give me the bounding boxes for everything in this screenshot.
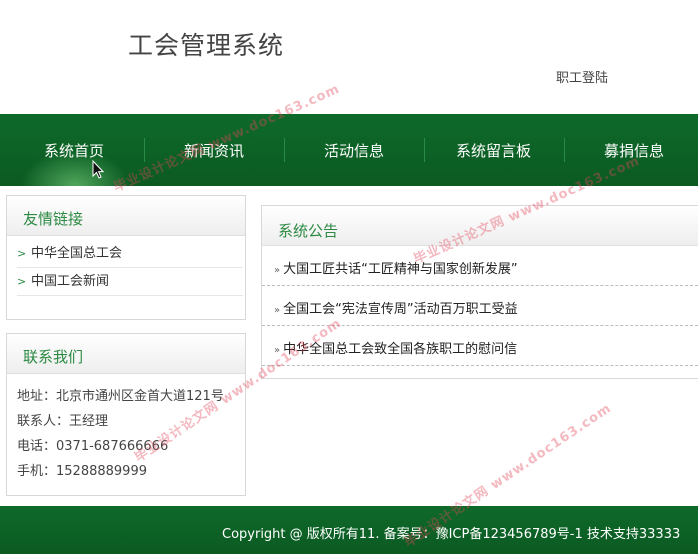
nav-divider (424, 138, 425, 162)
notice-title: 系统公告 (262, 206, 698, 246)
nav-item-news[interactable]: 新闻资讯 (184, 140, 244, 161)
contact-address: 地址：北京市通州区金首大道121号 (17, 389, 224, 404)
contact-person: 联系人：王经理 (17, 414, 109, 429)
contact-mobile: 手机：15288889999 (17, 464, 147, 479)
bullet-icon: » (274, 265, 281, 276)
friend-links-title: 友情链接 (7, 196, 245, 236)
main-nav: 系统首页 新闻资讯 活动信息 系统留言板 募捐信息 (0, 114, 698, 186)
friend-link-label: 中华全国总工会 (31, 246, 123, 261)
nav-item-message-board[interactable]: 系统留言板 (456, 140, 531, 161)
nav-item-home[interactable]: 系统首页 (44, 140, 104, 161)
friend-link-label: 中国工会新闻 (31, 274, 110, 289)
bullet-icon: » (274, 345, 281, 356)
mouse-cursor-icon (92, 159, 105, 180)
contact-panel: 联系我们 地址：北京市通州区金首大道121号 联系人：王经理 电话：0371-6… (6, 333, 246, 496)
nav-item-activities[interactable]: 活动信息 (324, 140, 384, 161)
nav-divider (564, 138, 565, 162)
notice-link: 全国工会“宪法宣传周”活动百万职工受益 (283, 302, 518, 317)
bullet-icon: » (274, 305, 281, 316)
contact-info: 地址：北京市通州区金首大道121号 联系人：王经理 电话：0371-687666… (7, 374, 245, 484)
footer: Copyright @ 版权所有11. 备案号：豫ICP备123456789号-… (0, 506, 698, 554)
chevron-right-icon: > (17, 247, 27, 260)
notice-link: 中华全国总工会致全国各族职工的慰问信 (283, 342, 518, 357)
nav-divider (144, 138, 145, 162)
contact-phone: 电话：0371-687666666 (17, 439, 169, 454)
site-title: 工会管理系统 (128, 31, 285, 60)
contact-title: 联系我们 (7, 334, 245, 374)
list-item[interactable]: » 大国工匠共话“工匠精神与国家创新发展” (262, 246, 698, 286)
list-item[interactable]: » 全国工会“宪法宣传周”活动百万职工受益 (262, 286, 698, 326)
footer-copyright: Copyright @ 版权所有11. 备案号：豫ICP备123456789号-… (222, 527, 681, 542)
list-item[interactable]: > 中华全国总工会 (17, 240, 243, 268)
staff-login-link[interactable]: 职工登陆 (556, 67, 608, 86)
header: 工会管理系统 职工登陆 (0, 0, 698, 114)
list-item[interactable]: » 中华全国总工会致全国各族职工的慰问信 (262, 326, 698, 366)
list-item[interactable]: > 中国工会新闻 (17, 268, 243, 296)
friend-links-panel: 友情链接 > 中华全国总工会 > 中国工会新闻 (6, 195, 246, 320)
chevron-right-icon: > (17, 275, 27, 288)
friend-links-list: > 中华全国总工会 > 中国工会新闻 (7, 236, 245, 296)
notice-link: 大国工匠共话“工匠精神与国家创新发展” (283, 262, 518, 277)
nav-item-donations[interactable]: 募捐信息 (604, 140, 664, 161)
notice-panel: 系统公告 » 大国工匠共话“工匠精神与国家创新发展” » 全国工会“宪法宣传周”活动… (261, 205, 698, 379)
nav-divider (284, 138, 285, 162)
